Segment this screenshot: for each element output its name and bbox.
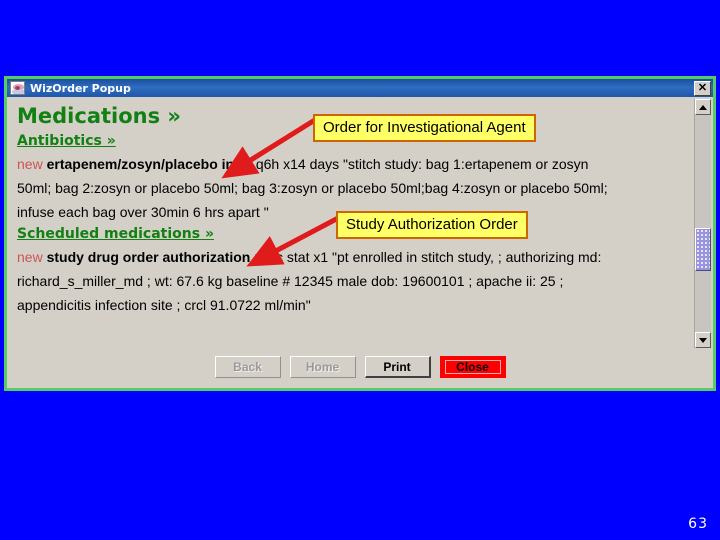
- order-line-1: new ertapenem/zosyn/placebo inj iv q6h x…: [17, 152, 686, 176]
- back-button[interactable]: Back: [214, 356, 281, 378]
- callout-investigational-agent: Order for Investigational Agent: [313, 114, 536, 142]
- order-line-6: appendicitis infection site ; crcl 91.07…: [17, 297, 311, 313]
- order1-drug: ertapenem/zosyn/placebo inj: [46, 156, 238, 172]
- close-button[interactable]: Close: [439, 356, 506, 378]
- order-line-2: 50ml; bag 2:zosyn or placebo 50ml; bag 3…: [17, 180, 608, 196]
- order1-detail-1: iv q6h x14 days "stitch study: bag 1:ert…: [241, 156, 589, 172]
- scroll-down-arrow-icon[interactable]: [695, 332, 711, 348]
- callout-study-authorization: Study Authorization Order: [336, 211, 528, 239]
- close-icon[interactable]: ✕: [694, 80, 711, 96]
- close-button-label: Close: [456, 360, 489, 374]
- window-title: WizOrder Popup: [30, 81, 131, 95]
- scroll-up-arrow-icon[interactable]: [695, 99, 711, 115]
- order2-detail-1: misc stat x1 "pt enrolled in stitch stud…: [254, 249, 602, 265]
- slide-canvas: WizOrder Popup ✕ Medications » Antibioti…: [0, 0, 720, 540]
- order2-drug: study drug order authorization: [46, 249, 251, 265]
- scrollbar-track[interactable]: [695, 115, 711, 332]
- order1-status: new: [17, 156, 43, 172]
- app-icon: [10, 81, 25, 95]
- order-line-5: richard_s_miller_md ; wt: 67.6 kg baseli…: [17, 273, 564, 289]
- order2-status: new: [17, 249, 43, 265]
- page-number: 63: [688, 516, 708, 532]
- scrollbar-thumb[interactable]: [695, 227, 711, 272]
- button-bar: Back Home Print Close: [7, 350, 713, 388]
- title-bar[interactable]: WizOrder Popup ✕: [7, 79, 713, 97]
- vertical-scrollbar[interactable]: [694, 99, 711, 348]
- print-button[interactable]: Print: [364, 356, 431, 378]
- home-button[interactable]: Home: [289, 356, 356, 378]
- order-line-4: new study drug order authorization misc …: [17, 245, 686, 269]
